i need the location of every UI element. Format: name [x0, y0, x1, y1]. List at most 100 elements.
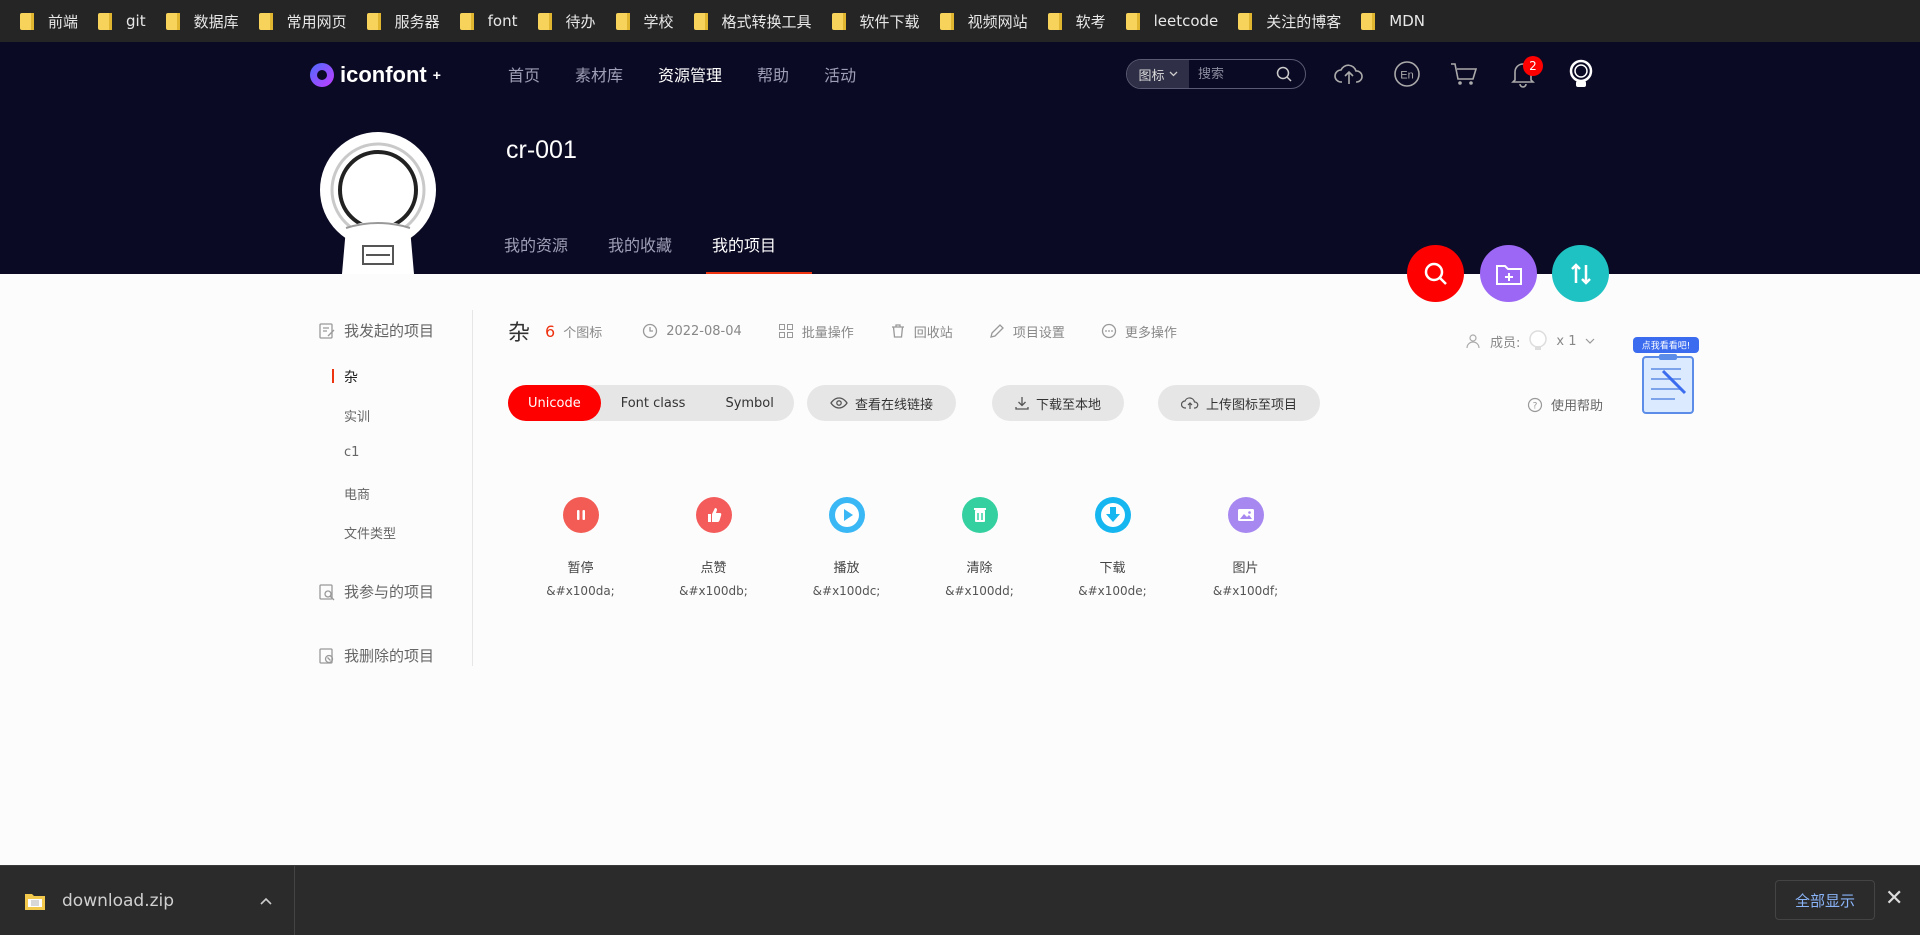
search-icon[interactable]	[1269, 66, 1299, 82]
folder-icon	[693, 12, 708, 30]
bookmark-folder[interactable]: 学校	[615, 0, 694, 42]
sidebar-project-item[interactable]: 杂	[332, 367, 358, 387]
nav-help[interactable]: 帮助	[757, 62, 789, 86]
resource-tabs: 我的资源 我的收藏 我的项目	[504, 232, 813, 274]
search-document-icon	[319, 583, 335, 600]
download-icon	[1094, 497, 1131, 533]
usage-help-link[interactable]: ? 使用帮助	[1527, 395, 1603, 414]
sidebar-started-projects[interactable]: 我发起的项目	[318, 320, 434, 341]
nav-library[interactable]: 素材库	[575, 62, 623, 86]
trash-icon	[961, 497, 998, 533]
icon-card[interactable]: 播放 &#x100dc;	[794, 497, 927, 598]
bookmark-folder[interactable]: 格式转换工具	[693, 0, 832, 42]
icon-card[interactable]: 图片 &#x100df;	[1193, 497, 1326, 598]
sidebar-joined-projects[interactable]: 我参与的项目	[318, 581, 434, 602]
tab-my-favorites[interactable]: 我的收藏	[608, 232, 672, 274]
tab-my-resources[interactable]: 我的资源	[504, 232, 568, 274]
play-icon	[828, 497, 865, 533]
bookmark-folder[interactable]: MDN	[1361, 0, 1445, 42]
pause-icon	[562, 497, 599, 533]
bookmark-folder[interactable]: 数据库	[165, 0, 259, 42]
search-box: 图标	[1126, 59, 1306, 89]
bookmark-folder[interactable]: 前端	[20, 0, 98, 42]
nav-resources[interactable]: 资源管理	[658, 62, 722, 86]
project-date: 2022-08-04	[642, 323, 742, 339]
nav-events[interactable]: 活动	[824, 62, 856, 86]
sidebar-project-item[interactable]: c1	[344, 445, 359, 460]
download-local-button[interactable]: 下载至本地	[992, 385, 1125, 421]
nav-home[interactable]: 首页	[508, 62, 540, 86]
project-settings-button[interactable]: 项目设置	[989, 322, 1065, 341]
cart-icon[interactable]	[1446, 56, 1482, 92]
tab-font-class[interactable]: Font class	[601, 385, 706, 421]
icon-name: 清除	[966, 561, 993, 576]
view-online-link-button[interactable]: 查看在线链接	[807, 385, 957, 421]
search-icon	[1424, 262, 1447, 285]
icon-card[interactable]: 点赞 &#x100db;	[661, 497, 794, 598]
fab-search-button[interactable]	[1407, 245, 1464, 302]
icon-name: 暂停	[567, 561, 594, 576]
bookmark-folder[interactable]: 服务器	[366, 0, 460, 42]
notification-bell-icon[interactable]: 2	[1505, 56, 1543, 92]
fab-sort-button[interactable]	[1552, 245, 1609, 302]
chevron-up-icon[interactable]	[260, 897, 272, 905]
bookmark-folder[interactable]: 软件下载	[831, 0, 940, 42]
image-icon	[1227, 497, 1264, 533]
search-type-select[interactable]: 图标	[1127, 60, 1189, 88]
add-folder-icon	[1495, 264, 1522, 285]
language-icon[interactable]: En	[1389, 56, 1425, 92]
icon-card[interactable]: 清除 &#x100dd;	[927, 497, 1060, 598]
eye-icon	[830, 397, 848, 409]
download-icon	[1015, 397, 1029, 410]
members-selector[interactable]: 成员: x 1	[1466, 330, 1595, 352]
pencil-icon	[989, 324, 1004, 338]
batch-operation-button[interactable]: 批量操作	[778, 322, 854, 341]
bookmark-folder[interactable]: 待办	[537, 0, 616, 42]
svg-text:?: ?	[1533, 401, 1538, 411]
tab-unicode[interactable]: Unicode	[508, 385, 601, 421]
zip-file-icon	[25, 894, 45, 910]
folder-icon	[459, 12, 474, 30]
bookmark-folder[interactable]: 软考	[1047, 0, 1126, 42]
icon-card[interactable]: 下载 &#x100de;	[1060, 497, 1193, 598]
clock-icon	[643, 323, 658, 339]
more-actions-button[interactable]: 更多操作	[1101, 322, 1177, 341]
upload-cloud-icon[interactable]	[1331, 56, 1367, 92]
bookmark-folder[interactable]: git	[98, 0, 166, 42]
bookmark-folder[interactable]: 常用网页	[258, 0, 367, 42]
folder-icon	[939, 12, 954, 30]
icon-name: 下载	[1099, 561, 1126, 576]
icon-count: 6	[545, 321, 556, 341]
tab-my-projects[interactable]: 我的项目	[706, 232, 813, 274]
logo[interactable]: iconfont +	[310, 62, 441, 88]
sidebar-deleted-projects[interactable]: 我删除的项目	[318, 645, 434, 666]
deleted-document-icon	[319, 647, 334, 664]
upload-icons-button[interactable]: 上传图标至项目	[1158, 385, 1321, 421]
search-input[interactable]	[1189, 66, 1269, 82]
bookmark-folder[interactable]: 视频网站	[939, 0, 1048, 42]
recycle-bin-button[interactable]: 回收站	[890, 322, 953, 341]
folder-icon	[165, 12, 180, 30]
show-all-downloads-button[interactable]: 全部显示	[1775, 880, 1875, 920]
fab-add-folder-button[interactable]	[1480, 245, 1537, 302]
icon-code: &#x100de;	[1078, 584, 1147, 598]
sidebar-project-item[interactable]: 实训	[344, 406, 370, 425]
icon-name: 点赞	[700, 561, 727, 576]
bookmark-folder[interactable]: 关注的博客	[1238, 0, 1361, 42]
icon-code: &#x100da;	[546, 584, 615, 598]
upload-cloud-icon	[1181, 397, 1199, 409]
users-icon	[1466, 334, 1480, 349]
icon-name: 图片	[1232, 561, 1259, 576]
close-icon[interactable]: ✕	[1885, 886, 1903, 911]
user-avatar-icon[interactable]	[1563, 56, 1599, 92]
icon-card[interactable]: 暂停 &#x100da;	[528, 497, 661, 598]
tab-symbol[interactable]: Symbol	[705, 385, 793, 421]
download-item[interactable]: download.zip	[0, 866, 295, 935]
sidebar-project-item[interactable]: 文件类型	[344, 523, 396, 542]
icon-grid: 暂停 &#x100da; 点赞 &#x100db; 播放 &#x100dc; 清…	[528, 497, 1326, 598]
icon-count-label: 个图标	[563, 325, 603, 341]
helper-illustration[interactable]: 点我看看吧!	[1633, 337, 1701, 415]
bookmark-folder[interactable]: font	[459, 0, 538, 42]
sidebar-project-item[interactable]: 电商	[344, 484, 370, 503]
bookmark-folder[interactable]: leetcode	[1125, 0, 1239, 42]
